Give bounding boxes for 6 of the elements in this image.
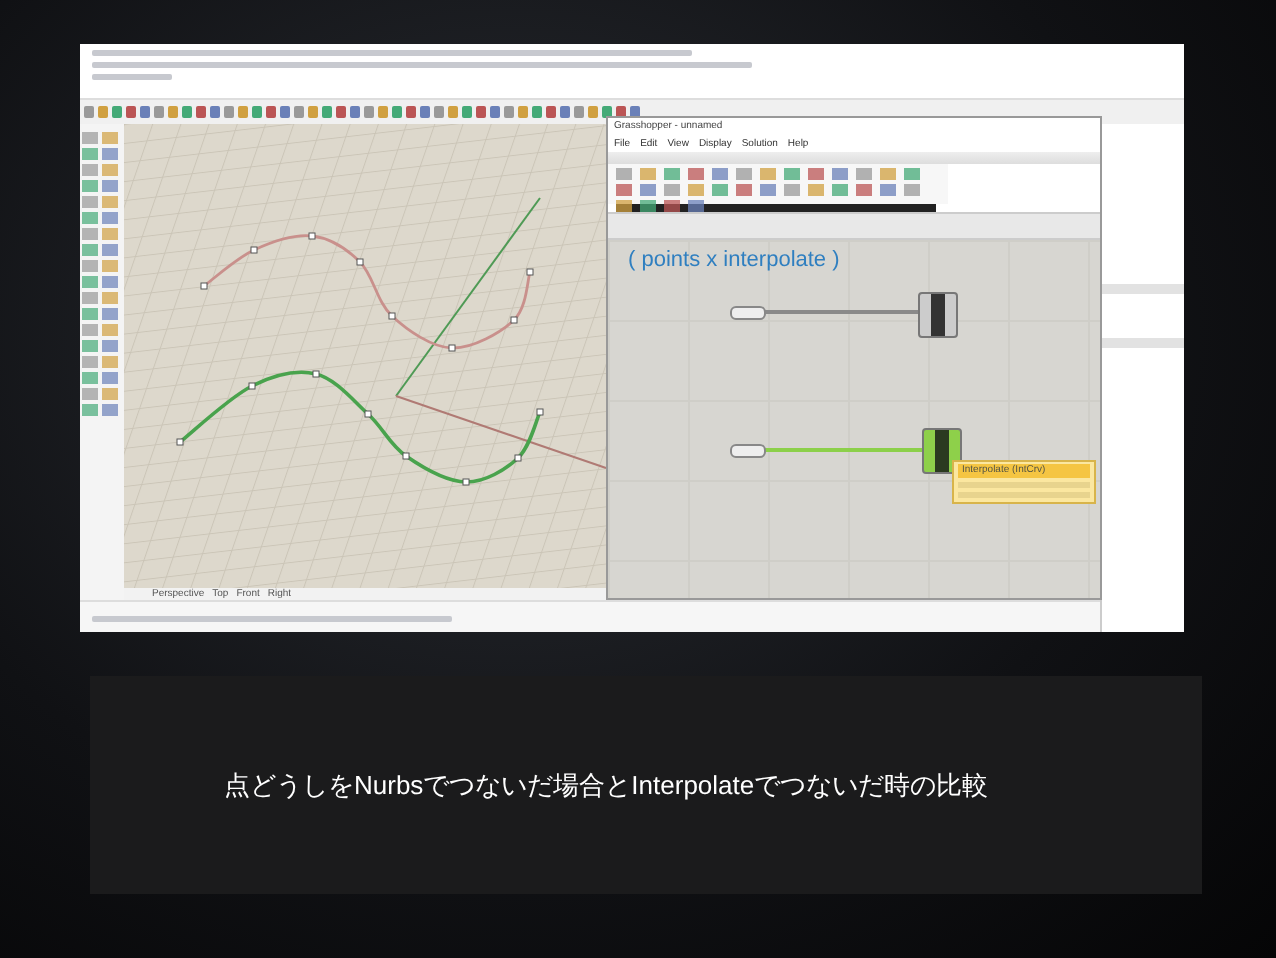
component-node[interactable] xyxy=(918,292,958,338)
panel-node[interactable] xyxy=(730,306,766,320)
panel-node[interactable] xyxy=(730,444,766,458)
annotation-text: ( points x interpolate ) xyxy=(628,248,840,272)
caption-text: 点どうしをNurbsでつないだ場合とInterpolateでつないだ時の比較 xyxy=(224,767,989,803)
component-node[interactable] xyxy=(922,428,962,474)
